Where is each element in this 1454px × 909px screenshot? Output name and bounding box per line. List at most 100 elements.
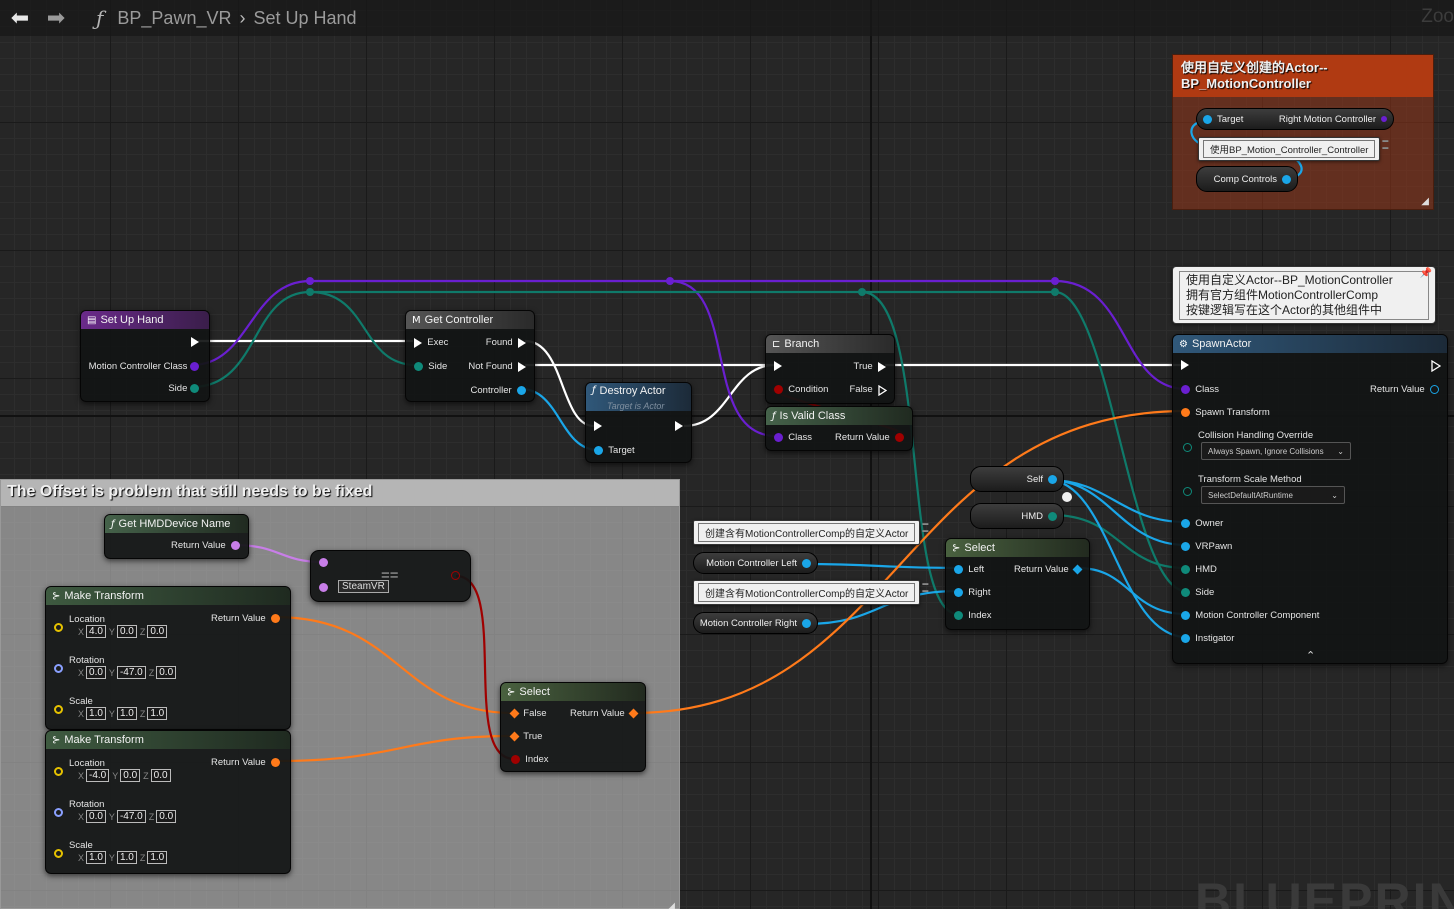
pin-return[interactable] [451,571,460,580]
scale-method-dropdown[interactable]: SelectDefaultAtRuntime ⌄ [1201,486,1345,504]
node-destroy-actor[interactable]: ƒ Destroy Actor Target is Actor Target [585,382,692,463]
note-grip-icon: ▬ ▬ [922,521,929,534]
pin-index[interactable]: Index [954,610,992,621]
blueprint-watermark: BLUEPRIN [1195,873,1454,909]
node-motion-controller-left[interactable]: Motion Controller Left [693,552,818,574]
pin-spawn-transform[interactable]: Spawn Transform [1181,407,1270,418]
pin-controller[interactable]: Controller [471,385,526,396]
node-equal[interactable]: SteamVR == [310,550,471,602]
note-bp-motion-controller[interactable]: 使用BP_Motion_Controller_Controller ▬ ▬ [1198,137,1388,161]
pin-left[interactable]: Left [954,564,984,575]
location-label: Location [69,758,105,769]
pin-false[interactable]: False [509,708,547,719]
collision-pin-dot[interactable] [1183,443,1192,452]
exec-in-pin[interactable] [1181,360,1189,370]
pin-target[interactable]: Target [594,445,635,456]
branch-icon: ⊏ [772,338,781,350]
exec-in-pin[interactable] [594,421,602,431]
node-spawn-actor[interactable]: ⚙ SpawnActor Class Return Value Spawn Tra… [1172,334,1448,664]
node-motion-controller-right[interactable]: Motion Controller Right [693,612,818,634]
pin-owner[interactable]: Owner [1181,518,1223,529]
pin-return-value[interactable]: Return Value [1370,384,1439,395]
exec-out-pin[interactable] [191,337,199,347]
function-entry-icon: ▤ [87,314,97,326]
rotation-fields: X 0.0 Y -47.0 Z 0.0 [78,810,179,823]
note-create-right[interactable]: 创建含有MotionControllerComp的自定义Actor ▬ ▬ [693,580,928,605]
enum-knot [1051,288,1059,296]
note-grip-icon: ▬ ▬ [1382,138,1389,151]
exec-in-pin[interactable] [774,361,782,371]
collision-dropdown[interactable]: Always Spawn, Ignore Collisions ⌄ [1201,442,1351,460]
node-make-transform-2[interactable]: ⊱ Make Transform Location X -4.0 Y 0.0 Z 0.0 R… [45,730,291,874]
node-get-hmd-device-name[interactable]: ƒ Get HMDDevice Name Return Value [104,514,249,559]
pin-right[interactable]: Right [954,587,990,598]
pin-hmd[interactable]: HMD [1181,564,1217,575]
node-select-controller[interactable]: ⊱ Select Left Right Index Return Value [945,538,1090,630]
struct-make-icon: ⊱ [52,590,61,602]
blueprint-graph-canvas[interactable]: 使用自定义创建的Actor--BP_MotionController ◢ The… [0,0,1454,909]
pin-motion-controller-component[interactable]: Motion Controller Component [1181,610,1319,621]
node-title: Get HMDDevice Name [118,518,231,530]
node-set-up-hand[interactable]: ▤ Set Up Hand Motion Controller Class Sid… [80,310,210,402]
node-right-motion-controller[interactable]: Target Right Motion Controller [1196,108,1394,130]
spawn-icon: ⚙ [1179,338,1188,350]
transform-wire [274,734,514,763]
collapse-advanced-icon[interactable]: ⌃ [1306,649,1315,662]
pin-location[interactable] [54,623,63,632]
pin-return-value[interactable]: Return Value [1014,564,1083,575]
pin-return-value[interactable]: Return Value [570,708,639,719]
pin-b[interactable] [319,583,328,592]
pin-side[interactable]: Side [168,383,199,394]
exec-out-pin[interactable] [675,421,683,431]
pin-instigator[interactable]: Instigator [1181,633,1234,644]
node-hmd-var[interactable]: HMD [970,503,1064,529]
pin-exec[interactable]: Exec [414,337,448,348]
transform-wire [274,615,514,715]
pin-true[interactable]: True [854,361,886,372]
pin-return-value[interactable]: Return Value [211,757,280,768]
pin-return-value[interactable]: Return Value [211,613,280,624]
pin-a[interactable] [319,558,328,567]
pin-motion-controller-class[interactable]: Motion Controller Class [89,361,199,372]
spawn-comment-bubble[interactable]: 使用自定义Actor--BP_MotionController 拥有官方组件Mo… [1172,266,1436,324]
pin-found[interactable]: Found [486,337,526,348]
pin-side[interactable]: Side [1181,587,1214,598]
pin-condition[interactable]: Condition [774,384,828,395]
function-icon: ƒ [96,6,104,30]
pin-transform-scale-method[interactable]: Transform Scale Method [1181,474,1302,485]
node-make-transform-1[interactable]: ⊱ Make Transform Location X 4.0 Y 0.0 Z 0.0 Ro… [45,586,291,730]
pin-not-found[interactable]: Not Found [468,361,526,372]
breadcrumb-blueprint[interactable]: BP_Pawn_VR [117,8,231,29]
note-create-left[interactable]: 创建含有MotionControllerComp的自定义Actor ▬ ▬ [693,520,928,545]
node-select-transform[interactable]: ⊱ Select False True Index Return Value [500,682,646,772]
exec-out-pin[interactable] [1431,360,1441,372]
node-title: Make Transform [64,734,144,746]
forward-arrow-icon[interactable]: ➡ [38,0,74,36]
pin-index[interactable]: Index [511,754,549,765]
exec-wire [524,339,595,428]
node-get-controller[interactable]: M Get Controller Exec Side Found Not Foun… [405,310,535,402]
scale-method-pin-dot[interactable] [1183,487,1192,496]
pin-scale[interactable] [54,849,63,858]
node-is-valid-class[interactable]: ƒ Is Valid Class Class Return Value [765,406,913,451]
pin-return-value[interactable]: Return Value [171,540,240,551]
back-arrow-icon[interactable]: ⬅ [2,0,38,36]
pin-return-value[interactable]: Return Value [835,432,904,443]
node-comp-controls[interactable]: Comp Controls [1196,166,1298,192]
pin-rotation[interactable] [54,808,63,817]
node-self[interactable]: Self [970,466,1064,492]
pin-class[interactable]: Class [774,432,812,443]
node-title: Make Transform [64,590,144,602]
pin-side[interactable]: Side [414,361,447,372]
pin-rotation[interactable] [54,664,63,673]
node-branch[interactable]: ⊏ Branch Condition True False [765,334,895,404]
pin-vrpawn[interactable]: VRPawn [1181,541,1232,552]
pin-location[interactable] [54,767,63,776]
pin-comment-icon[interactable]: 📌 [1420,268,1432,279]
breadcrumb-function[interactable]: Set Up Hand [253,8,356,29]
pin-class[interactable]: Class [1181,384,1219,395]
pin-true[interactable]: True [509,731,542,742]
pin-scale[interactable] [54,705,63,714]
pin-false[interactable]: False [849,384,887,396]
pin-collision-handling[interactable]: Collision Handling Override [1181,430,1313,441]
